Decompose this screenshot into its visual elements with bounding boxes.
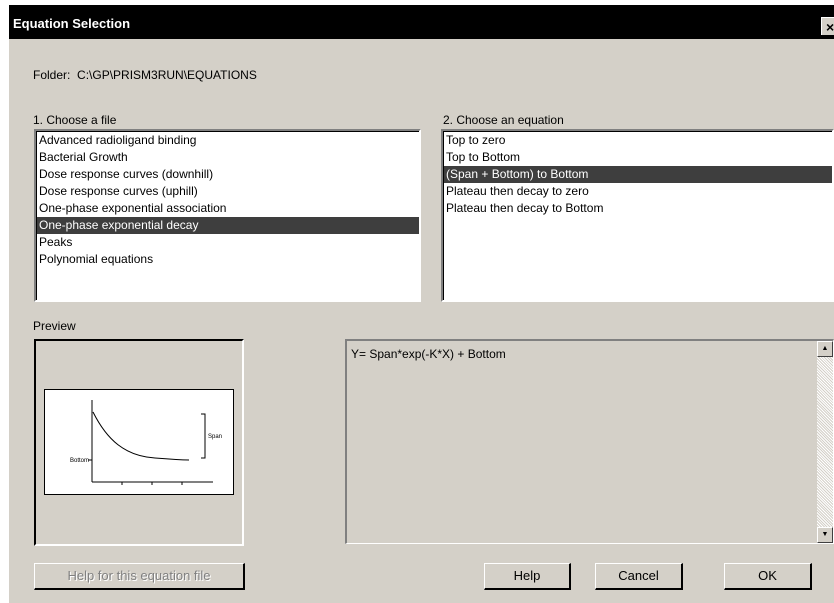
help-for-equation-file-button[interactable]: Help for this equation file	[34, 563, 245, 590]
bottom-graph-label: Bottom	[70, 458, 89, 464]
file-list-item[interactable]: Polynomial equations	[37, 251, 419, 268]
file-list-item[interactable]: Dose response curves (downhill)	[37, 166, 419, 183]
scroll-up-button[interactable]: ▲	[817, 341, 833, 357]
preview-label: Preview	[33, 319, 76, 333]
folder-label: Folder:	[33, 68, 71, 82]
span-graph-label: Span	[208, 434, 222, 440]
preview-graph: Bottom Span	[44, 389, 234, 495]
equation-list-item[interactable]: Top to Bottom	[444, 149, 832, 166]
file-list-label: 1. Choose a file	[33, 113, 117, 127]
file-listbox[interactable]: Advanced radioligand binding Bacterial Gr…	[34, 129, 421, 302]
file-list-item[interactable]: One-phase exponential decay	[37, 217, 419, 234]
file-list-item[interactable]: Peaks	[37, 234, 419, 251]
ok-button[interactable]: OK	[724, 563, 812, 590]
close-button[interactable]: ×	[821, 17, 834, 35]
decay-curve	[92, 411, 190, 461]
arrow-up-icon: ▲	[821, 345, 829, 352]
file-list-item[interactable]: Dose response curves (uphill)	[37, 183, 419, 200]
equation-list-item[interactable]: Top to zero	[444, 132, 832, 149]
cancel-button[interactable]: Cancel	[595, 563, 683, 590]
file-list-item[interactable]: Advanced radioligand binding	[37, 132, 419, 149]
equation-list-item[interactable]: (Span + Bottom) to Bottom	[444, 166, 832, 183]
equation-list-item[interactable]: Plateau then decay to Bottom	[444, 200, 832, 217]
equation-listbox[interactable]: Top to zero Top to Bottom (Span + Bottom) …	[441, 129, 834, 302]
title-bar[interactable]: Equation Selection ×	[9, 5, 834, 39]
decay-curve-graph: Bottom Span	[70, 400, 222, 485]
file-list-item[interactable]: Bacterial Growth	[37, 149, 419, 166]
dialog-title: Equation Selection	[13, 16, 131, 31]
preview-panel: Bottom Span	[34, 339, 244, 546]
span-bracket	[201, 413, 206, 459]
equation-list-item[interactable]: Plateau then decay to zero	[444, 183, 832, 200]
equation-list-label: 2. Choose an equation	[443, 113, 564, 127]
close-icon: ×	[826, 19, 834, 35]
equation-text-area[interactable]: Y= Span*exp(-K*X) + Bottom ▲ ▼	[345, 339, 834, 544]
equation-selection-dialog: Equation Selection × Folder: C:\GP\PRISM…	[9, 5, 834, 603]
file-list-item[interactable]: One-phase exponential association	[37, 200, 419, 217]
equation-text: Y= Span*exp(-K*X) + Bottom	[351, 347, 506, 361]
help-button[interactable]: Help	[484, 563, 571, 590]
vertical-scrollbar[interactable]: ▲ ▼	[817, 341, 833, 543]
scroll-down-button[interactable]: ▼	[817, 527, 833, 543]
folder-row: Folder: C:\GP\PRISM3RUN\EQUATIONS	[33, 68, 257, 82]
folder-path: C:\GP\PRISM3RUN\EQUATIONS	[77, 68, 257, 82]
arrow-down-icon: ▼	[821, 531, 829, 538]
